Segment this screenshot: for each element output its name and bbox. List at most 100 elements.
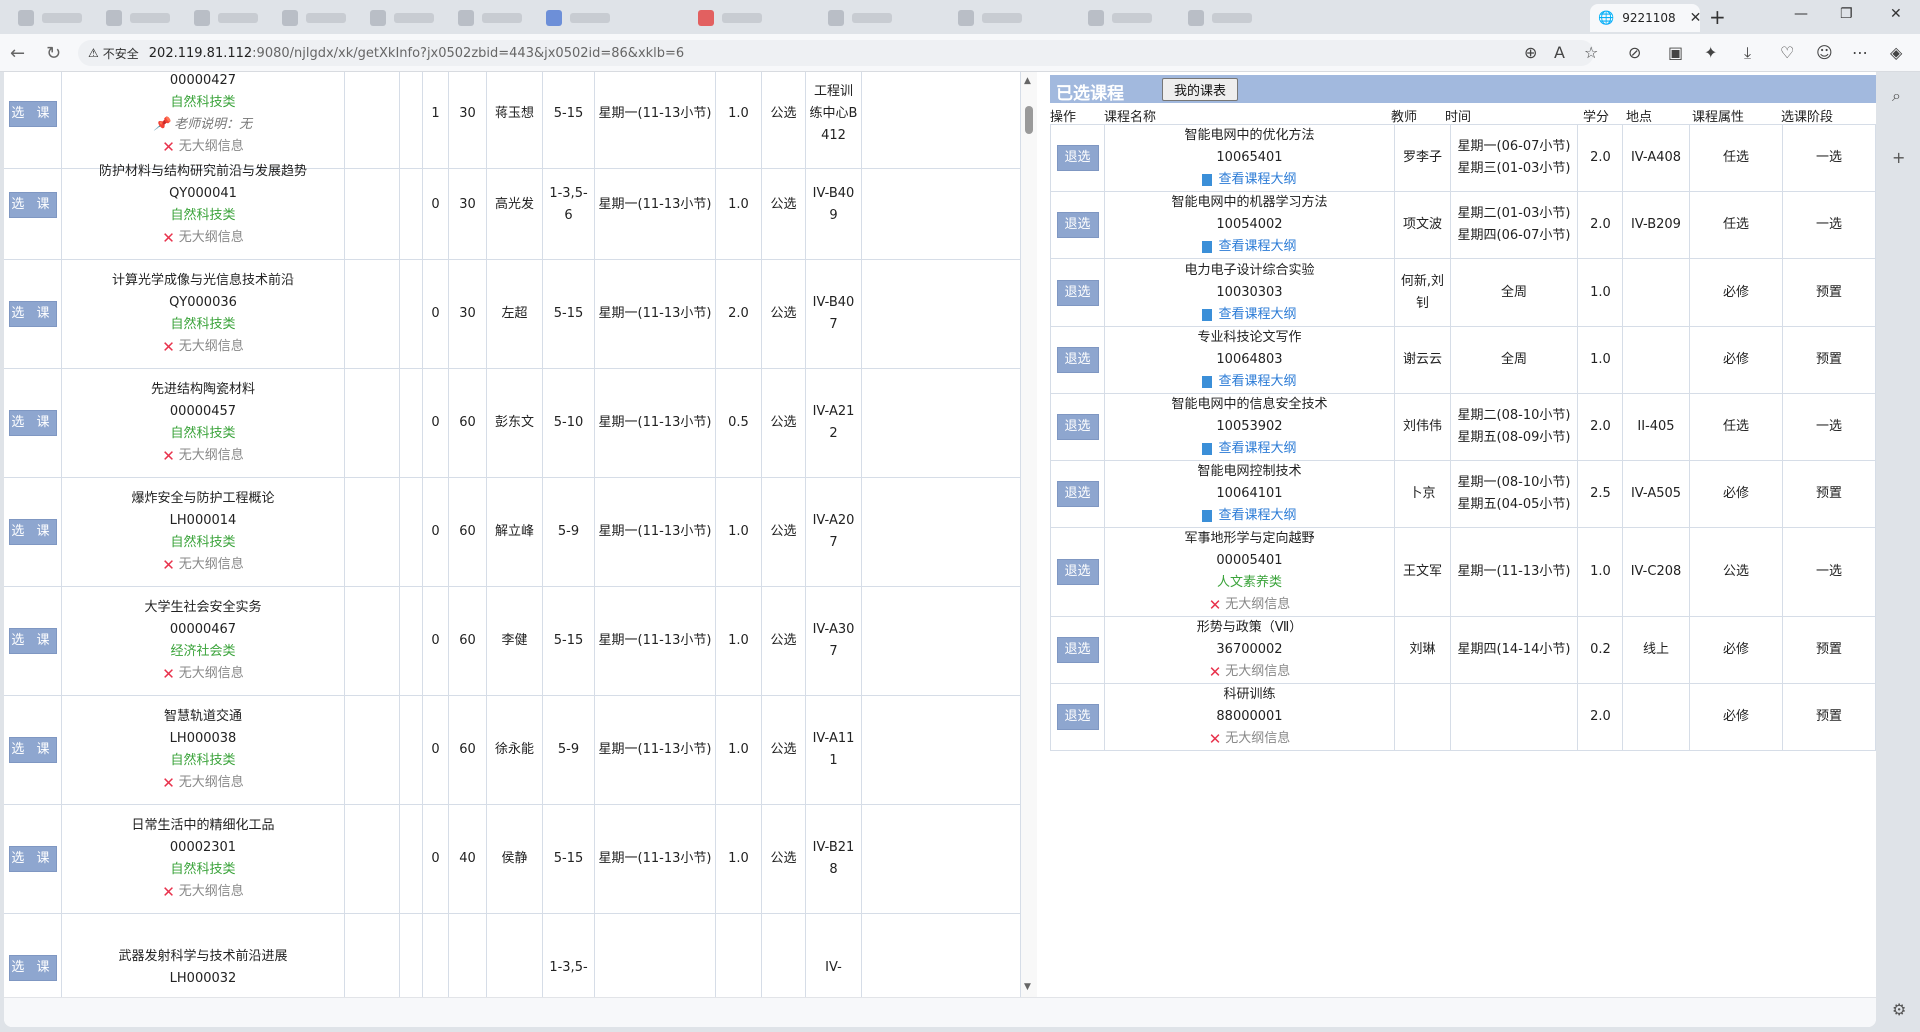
selected-course-attr: 必修	[1722, 486, 1749, 501]
book-icon	[1202, 241, 1213, 253]
tab-background[interactable]	[274, 4, 354, 32]
view-outline-link[interactable]: 查看课程大纲	[1202, 236, 1297, 258]
left-scrollbar[interactable]: ▲ ▼	[1021, 72, 1037, 997]
search-icon[interactable]: ⌕	[1892, 86, 1901, 106]
read-aloud-icon[interactable]: A	[1554, 43, 1565, 62]
course-location: IV-B218	[812, 840, 855, 877]
no-outline-text: 无大纲信息	[178, 448, 244, 463]
select-course-button[interactable]: 选 课	[8, 301, 57, 327]
drop-course-button[interactable]: 退选	[1056, 347, 1099, 373]
restore-icon[interactable]: ❐	[1840, 6, 1853, 22]
drop-course-button[interactable]: 退选	[1056, 279, 1099, 306]
tab-background[interactable]	[98, 4, 178, 32]
selected-course-teacher: 谢云云	[1402, 352, 1442, 367]
puzzle-extensions-icon[interactable]: ✦	[1704, 43, 1717, 62]
selected-cell-credit: 2.0	[1579, 125, 1623, 191]
active-tab[interactable]: 🌐 9221108 ✕	[1590, 4, 1702, 32]
select-course-button[interactable]: 选 课	[8, 628, 57, 654]
tab-title-blurred	[42, 13, 82, 23]
back-icon[interactable]: ←	[10, 43, 25, 64]
select-course-button[interactable]: 选 课	[8, 519, 57, 545]
horizontal-scrollbar[interactable]	[4, 997, 1876, 1027]
more-menu-icon[interactable]: ⋯	[1852, 43, 1868, 62]
cell-teacher	[487, 914, 543, 997]
no-outline-info: ✕ 无大纲信息	[162, 445, 244, 467]
selected-cell-credit: 2.0	[1579, 684, 1623, 750]
teacher-note: 📌 老师说明：无	[154, 114, 252, 136]
tab-background[interactable]	[538, 4, 618, 32]
drop-course-button[interactable]: 退选	[1056, 637, 1099, 663]
drop-course-button[interactable]: 退选	[1056, 559, 1099, 585]
scroll-up-icon[interactable]: ▲	[1024, 76, 1031, 86]
drop-course-button[interactable]: 退选	[1056, 704, 1099, 730]
tab-title-blurred	[1112, 13, 1152, 23]
view-outline-link[interactable]: 查看课程大纲	[1202, 505, 1297, 527]
selected-cell-time: 全周	[1451, 259, 1578, 326]
block-icon[interactable]: ⊘	[1628, 43, 1641, 62]
selected-cell-stage: 预置	[1783, 617, 1876, 683]
select-course-button[interactable]: 选 课	[8, 737, 57, 763]
zoom-icon[interactable]: ⊕	[1524, 43, 1537, 62]
tab-background[interactable]	[450, 4, 530, 32]
tab-background[interactable]	[690, 4, 770, 32]
add-icon[interactable]: +	[1892, 148, 1905, 167]
selected-course-attr: 必修	[1722, 352, 1749, 367]
tab-background[interactable]	[362, 4, 442, 32]
view-outline-link[interactable]: 查看课程大纲	[1202, 371, 1297, 393]
refresh-icon[interactable]: ↻	[46, 43, 61, 64]
course-credit: 1.0	[728, 106, 749, 121]
select-course-button[interactable]: 选 课	[8, 955, 57, 981]
selected-course-code: 10054002	[1216, 217, 1283, 232]
close-window-icon[interactable]: ✕	[1890, 6, 1902, 22]
my-schedule-button[interactable]: 我的课表	[1162, 78, 1238, 101]
course-attr: 公选	[770, 633, 797, 648]
view-outline-link[interactable]: 查看课程大纲	[1202, 438, 1297, 460]
x-icon: ✕	[1208, 730, 1222, 748]
tab-background[interactable]	[10, 4, 90, 32]
drop-course-button[interactable]: 退选	[1056, 481, 1099, 507]
drop-course-button[interactable]: 退选	[1056, 212, 1099, 238]
tab-background[interactable]	[1180, 4, 1260, 32]
selected-cell-teacher: 项文波	[1395, 192, 1451, 258]
tab-background[interactable]	[186, 4, 266, 32]
favorite-star-icon[interactable]: ☆	[1584, 43, 1598, 62]
no-outline-info: ✕ 无大纲信息	[1209, 728, 1291, 750]
cell-btn: 选 课	[4, 805, 62, 913]
selected-cell-location	[1623, 327, 1690, 393]
selected-cell-attr: 必修	[1690, 684, 1783, 750]
copilot-icon[interactable]: ◈	[1890, 43, 1902, 62]
time-line-2: 星期五(04-05小节)	[1457, 497, 1571, 512]
extension-icon[interactable]: ▣	[1668, 43, 1683, 62]
drop-course-button[interactable]: 退选	[1056, 145, 1099, 171]
tab-background[interactable]	[1080, 4, 1160, 32]
view-outline-link[interactable]: 查看课程大纲	[1202, 304, 1297, 326]
scroll-thumb[interactable]	[1025, 106, 1033, 134]
heartbeat-icon[interactable]: ♡	[1780, 43, 1794, 62]
url-input[interactable]: ⚠ 不安全 202.119.81.112:9080/njlgdx/xk/getX…	[78, 40, 1594, 66]
select-course-button[interactable]: 选 课	[8, 410, 57, 436]
minimize-icon[interactable]: —	[1794, 6, 1808, 22]
course-selected: 0	[431, 633, 440, 648]
close-tab-icon[interactable]: ✕	[1690, 10, 1702, 26]
select-course-button[interactable]: 选 课	[8, 101, 57, 127]
select-course-button[interactable]: 选 课	[8, 192, 57, 218]
view-outline-link[interactable]: 查看课程大纲	[1202, 169, 1297, 191]
new-tab-icon[interactable]: +	[1709, 5, 1726, 29]
cell-capacity: 30	[449, 260, 487, 368]
selected-cell-stage: 一选	[1783, 528, 1876, 616]
select-course-button[interactable]: 选 课	[8, 846, 57, 872]
download-icon[interactable]: ⤓	[1744, 43, 1751, 63]
drop-course-button[interactable]: 退选	[1056, 414, 1099, 440]
cell-location: IV-A212	[806, 369, 862, 477]
tab-background[interactable]	[950, 4, 1030, 32]
course-name: 智慧轨道交通	[163, 709, 242, 724]
profile-icon[interactable]: ☺	[1816, 43, 1833, 62]
tab-background[interactable]	[820, 4, 900, 32]
course-code: 00002301	[169, 840, 237, 855]
settings-gear-icon[interactable]: ⚙	[1892, 1000, 1906, 1019]
selected-cell-name: 科研训练 88000001 ✕ 无大纲信息	[1105, 684, 1395, 750]
selected-course-stage: 预置	[1815, 709, 1842, 724]
scroll-down-icon[interactable]: ▼	[1024, 982, 1031, 992]
header-teacher: 教师	[1391, 110, 1418, 125]
course-teacher: 李健	[501, 633, 528, 648]
